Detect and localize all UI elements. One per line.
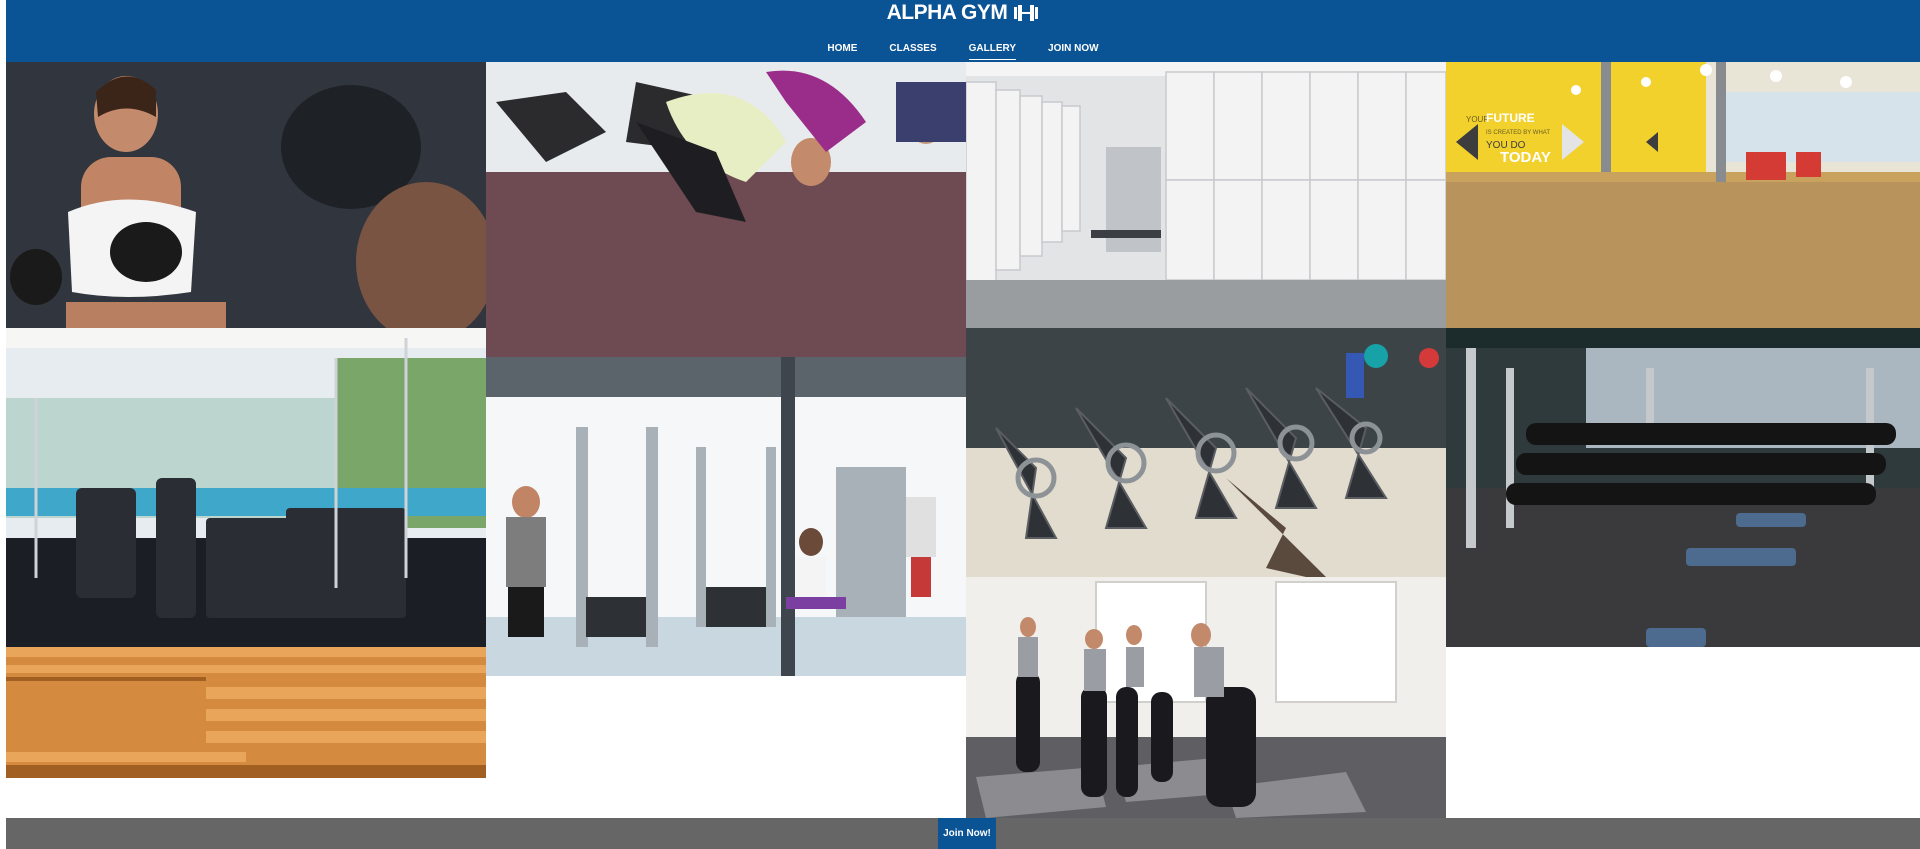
cable-machines-photo[interactable] — [486, 357, 966, 676]
brand-logo[interactable]: ALPHA GYM — [6, 0, 1920, 26]
wall-sign-line-3: IS CREATED BY WHAT — [1486, 130, 1550, 136]
site-header: ALPHA GYM HOME CLASSES GALLERY JOIN NOW — [6, 0, 1920, 62]
join-now-button[interactable]: Join Now! — [938, 818, 996, 849]
boxing-woman-photo[interactable] — [6, 62, 486, 328]
dumbbell-rack-photo[interactable] — [1446, 328, 1920, 647]
locker-room-photo[interactable] — [966, 62, 1446, 328]
site-footer: Join Now! — [6, 818, 1920, 849]
wall-sign-line-5: TODAY — [1500, 149, 1551, 166]
nav-classes[interactable]: CLASSES — [889, 40, 936, 60]
nav-gallery[interactable]: GALLERY — [968, 40, 1017, 60]
sauna-photo[interactable] — [6, 647, 486, 778]
spin-bikes-photo[interactable] — [966, 328, 1446, 577]
yellow-studio-photo[interactable]: YOUR FUTURE IS CREATED BY WHAT YOU DO TO… — [1446, 62, 1920, 328]
brand-name: ALPHA GYM — [886, 1, 1008, 24]
nav-home[interactable]: HOME — [827, 40, 857, 60]
wall-sign-line-2: FUTURE — [1486, 111, 1535, 125]
nav-join-now[interactable]: JOIN NOW — [1048, 40, 1099, 60]
treadmill-room-photo[interactable] — [6, 328, 486, 647]
yoga-class-photo[interactable] — [966, 577, 1446, 818]
main-nav: HOME CLASSES GALLERY JOIN NOW — [6, 40, 1920, 60]
dumbbell-icon — [1014, 5, 1039, 21]
photo-gallery: YOUR FUTURE IS CREATED BY WHAT YOU DO TO… — [6, 62, 1920, 818]
group-crawl-exercise-photo[interactable] — [486, 62, 966, 357]
